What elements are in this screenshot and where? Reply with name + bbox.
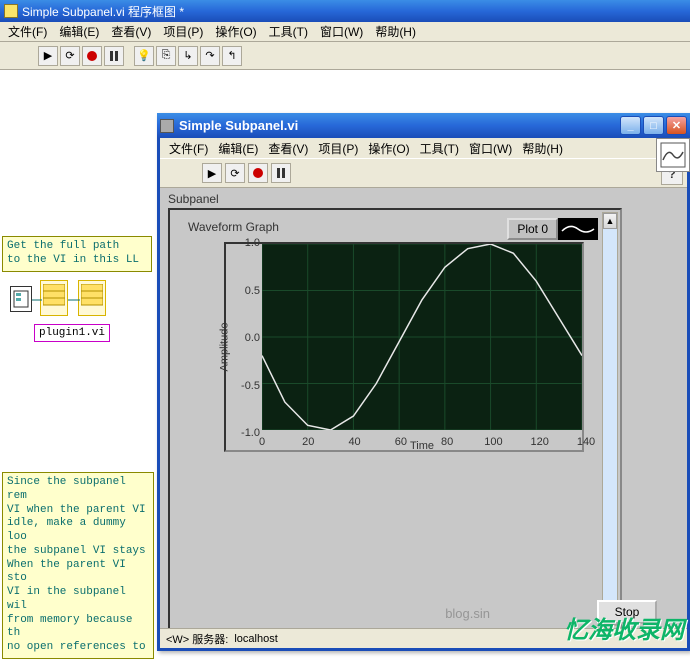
step-over-button[interactable]: ↷ bbox=[200, 46, 220, 66]
xtick: 40 bbox=[348, 436, 360, 448]
step-out-button[interactable]: ↰ bbox=[222, 46, 242, 66]
fp-abort-button[interactable] bbox=[248, 163, 268, 183]
inner-menu-help[interactable]: 帮助(H) bbox=[517, 138, 568, 159]
inner-menu-edit[interactable]: 编辑(E) bbox=[213, 138, 263, 159]
xtick: 140 bbox=[577, 436, 595, 448]
menu-view[interactable]: 查看(V) bbox=[105, 21, 157, 42]
inner-menu-view[interactable]: 查看(V) bbox=[263, 138, 313, 159]
retain-button[interactable]: ⎘ bbox=[156, 46, 176, 66]
vscroll-track[interactable] bbox=[603, 229, 617, 609]
x-axis-label: Time bbox=[410, 440, 434, 452]
xtick: 60 bbox=[395, 436, 407, 448]
ytick: 0.5 bbox=[228, 285, 260, 297]
ytick: 0.0 bbox=[228, 332, 260, 344]
xtick: 0 bbox=[259, 436, 265, 448]
xtick: 120 bbox=[531, 436, 549, 448]
front-panel-content: Subpanel Waveform Graph Plot 0 Amplitude bbox=[160, 188, 687, 648]
run-button[interactable]: ▶ bbox=[38, 46, 58, 66]
outer-toolbar: ▶ ⟳ 💡 ⎘ ↳ ↷ ↰ bbox=[0, 42, 690, 70]
legend-label: Plot 0 bbox=[507, 218, 558, 240]
inner-menu-tools[interactable]: 工具(T) bbox=[415, 138, 464, 159]
ytick: -0.5 bbox=[228, 380, 260, 392]
inner-menubar: 文件(F) 编辑(E) 查看(V) 项目(P) 操作(O) 工具(T) 窗口(W… bbox=[160, 138, 687, 158]
waveform-graph[interactable]: Waveform Graph Plot 0 Amplitude Time -1.… bbox=[188, 220, 598, 490]
plot-svg bbox=[262, 244, 582, 430]
fp-run-button[interactable]: ▶ bbox=[202, 163, 222, 183]
comment-subpanel-note: Since the subpanel rem VI when the paren… bbox=[2, 472, 154, 659]
menu-help[interactable]: 帮助(H) bbox=[369, 21, 422, 42]
maximize-button[interactable]: □ bbox=[643, 116, 664, 135]
inner-menu-window[interactable]: 窗口(W) bbox=[464, 138, 517, 159]
xtick: 20 bbox=[302, 436, 314, 448]
watermark-url: blog.sin bbox=[445, 606, 490, 621]
fp-pause-button[interactable] bbox=[271, 163, 291, 183]
menu-file[interactable]: 文件(F) bbox=[2, 21, 53, 42]
labview-fp-icon bbox=[160, 119, 174, 133]
subpanel-vscrollbar[interactable]: ▲ ▼ bbox=[602, 212, 618, 626]
status-prefix: <W> 服务器: bbox=[166, 631, 228, 647]
abort-button[interactable] bbox=[82, 46, 102, 66]
inner-toolbar: ▶ ⟳ ? bbox=[160, 158, 687, 188]
ytick: -1.0 bbox=[228, 427, 260, 439]
pause-button[interactable] bbox=[104, 46, 124, 66]
step-into-button[interactable]: ↳ bbox=[178, 46, 198, 66]
plot-container: Amplitude Time -1.0-0.50.00.51.002040608… bbox=[224, 242, 584, 452]
scroll-up-icon[interactable]: ▲ bbox=[603, 213, 617, 229]
plot-legend[interactable]: Plot 0 bbox=[507, 218, 598, 240]
outer-titlebar: Simple Subpanel.vi 程序框图 * bbox=[0, 0, 690, 22]
bd-node-vi-server[interactable] bbox=[10, 286, 32, 312]
close-button[interactable]: ✕ bbox=[666, 116, 687, 135]
minimize-button[interactable]: _ bbox=[620, 116, 641, 135]
labview-icon bbox=[4, 4, 18, 18]
plot-area bbox=[262, 244, 582, 430]
menu-tools[interactable]: 工具(T) bbox=[263, 21, 314, 42]
subpanel-control[interactable]: Waveform Graph Plot 0 Amplitude Time -1.… bbox=[168, 208, 622, 648]
xtick: 80 bbox=[441, 436, 453, 448]
inner-window: Simple Subpanel.vi _ □ ✕ 文件(F) 编辑(E) 查看(… bbox=[157, 113, 690, 651]
ytick: 1.0 bbox=[228, 237, 260, 249]
xtick: 100 bbox=[484, 436, 502, 448]
fp-run-cont-button[interactable]: ⟳ bbox=[225, 163, 245, 183]
legend-sample-icon bbox=[558, 218, 598, 240]
highlight-button[interactable]: 💡 bbox=[134, 46, 154, 66]
watermark-logo: 忆海收录网 bbox=[564, 610, 684, 645]
menu-operate[interactable]: 操作(O) bbox=[209, 21, 262, 42]
menu-window[interactable]: 窗口(W) bbox=[314, 21, 369, 42]
status-server: localhost bbox=[234, 633, 277, 645]
menu-edit[interactable]: 编辑(E) bbox=[53, 21, 105, 42]
inner-menu-operate[interactable]: 操作(O) bbox=[363, 138, 414, 159]
window-buttons: _ □ ✕ bbox=[620, 116, 687, 135]
inner-menu-project[interactable]: 项目(P) bbox=[313, 138, 363, 159]
outer-menubar: 文件(F) 编辑(E) 查看(V) 项目(P) 操作(O) 工具(T) 窗口(W… bbox=[0, 22, 690, 42]
plugin-label: plugin1.vi bbox=[34, 324, 110, 342]
subpanel-label: Subpanel bbox=[168, 192, 219, 206]
outer-title: Simple Subpanel.vi 程序框图 * bbox=[22, 3, 184, 20]
inner-menu-file[interactable]: 文件(F) bbox=[164, 138, 213, 159]
wire bbox=[30, 288, 90, 312]
run-cont-button[interactable]: ⟳ bbox=[60, 46, 80, 66]
comment-get-path: Get the full path to the VI in this LL bbox=[2, 236, 152, 272]
y-axis-label: Amplitude bbox=[218, 323, 230, 372]
connector-pane-icon[interactable] bbox=[656, 138, 690, 172]
inner-titlebar[interactable]: Simple Subpanel.vi _ □ ✕ bbox=[157, 113, 690, 138]
inner-title: Simple Subpanel.vi bbox=[179, 118, 620, 133]
menu-project[interactable]: 项目(P) bbox=[157, 21, 209, 42]
